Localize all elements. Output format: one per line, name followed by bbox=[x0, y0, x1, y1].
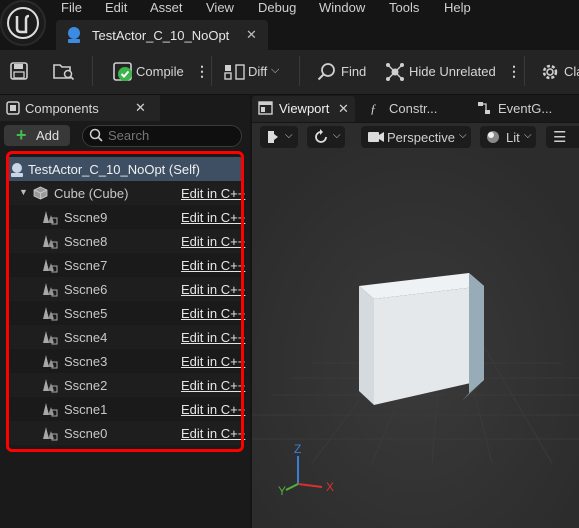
unreal-logo-icon[interactable] bbox=[0, 0, 46, 46]
toolbar-separator bbox=[299, 56, 300, 86]
menu-debug[interactable]: Debug bbox=[258, 0, 296, 15]
class-settings-button[interactable]: Cla bbox=[564, 64, 579, 79]
tab-event-graph[interactable]: EventG... bbox=[498, 101, 552, 116]
chevron-down-icon: ⌵ bbox=[524, 130, 532, 141]
components-icon bbox=[6, 101, 20, 118]
close-tab-icon[interactable]: ✕ bbox=[246, 27, 257, 43]
function-icon: ƒ bbox=[370, 101, 377, 116]
axis-gizmo: Z X Y bbox=[278, 442, 334, 498]
blueprint-actor-icon bbox=[66, 26, 82, 47]
menu-window[interactable]: Window bbox=[319, 0, 365, 15]
document-tab-title: TestActor_C_10_NoOpt bbox=[92, 28, 230, 43]
hamburger-menu-icon: ☰ bbox=[553, 129, 567, 146]
compile-icon[interactable] bbox=[112, 61, 134, 86]
tab-construction-script[interactable]: Constr... bbox=[389, 101, 437, 116]
add-component-label: Add bbox=[36, 128, 60, 143]
compile-options-icon[interactable]: ⋮ bbox=[195, 63, 209, 80]
perspective-label: Perspective bbox=[387, 130, 455, 145]
chevron-down-icon: ⌵ bbox=[459, 130, 467, 141]
components-panel-title: Components bbox=[25, 101, 99, 116]
selection-highlight bbox=[6, 151, 244, 452]
save-icon[interactable] bbox=[10, 62, 28, 83]
chevron-down-icon: ⌵ bbox=[333, 130, 341, 141]
chevron-down-icon[interactable]: ⌵ bbox=[271, 64, 279, 77]
menu-file[interactable]: File bbox=[61, 0, 82, 15]
axis-z-label: Z bbox=[294, 442, 301, 456]
close-tab-icon[interactable]: ✕ bbox=[338, 101, 349, 117]
menu-tools[interactable]: Tools bbox=[389, 0, 419, 15]
search-icon bbox=[89, 128, 103, 145]
hide-unrelated-icon[interactable] bbox=[385, 62, 405, 85]
axis-y-label: Y bbox=[278, 484, 286, 498]
compile-button[interactable]: Compile bbox=[136, 64, 184, 79]
event-graph-icon bbox=[477, 101, 491, 118]
viewport-icon bbox=[258, 101, 273, 118]
menu-edit[interactable]: Edit bbox=[105, 0, 127, 15]
find-button[interactable]: Find bbox=[341, 64, 366, 79]
toolbar-separator bbox=[524, 56, 525, 86]
toolbar-separator bbox=[92, 56, 93, 86]
tab-viewport-label: Viewport bbox=[279, 101, 330, 116]
search-input[interactable] bbox=[108, 127, 233, 143]
hide-unrelated-options-icon[interactable]: ⋮ bbox=[507, 63, 521, 80]
menu-help[interactable]: Help bbox=[444, 0, 471, 15]
toolbar-separator bbox=[211, 56, 212, 86]
hide-unrelated-button[interactable]: Hide Unrelated bbox=[409, 64, 496, 79]
diff-button[interactable]: Diff bbox=[248, 64, 267, 79]
move-tool-icon bbox=[266, 129, 280, 148]
lit-label: Lit bbox=[506, 130, 520, 145]
close-panel-icon[interactable]: ✕ bbox=[135, 100, 146, 116]
menu-view[interactable]: View bbox=[206, 0, 234, 15]
lit-sphere-icon bbox=[486, 130, 500, 147]
chevron-down-icon: ⌵ bbox=[285, 130, 293, 141]
camera-icon bbox=[368, 131, 384, 146]
rotate-icon bbox=[313, 129, 329, 148]
browse-folder-icon[interactable] bbox=[53, 61, 75, 84]
menu-asset[interactable]: Asset bbox=[150, 0, 183, 15]
diff-icon[interactable] bbox=[224, 64, 246, 83]
axis-x-label: X bbox=[326, 480, 334, 494]
find-icon[interactable] bbox=[317, 62, 337, 85]
plus-icon: + bbox=[16, 125, 27, 145]
class-settings-gear-icon[interactable] bbox=[540, 62, 560, 85]
